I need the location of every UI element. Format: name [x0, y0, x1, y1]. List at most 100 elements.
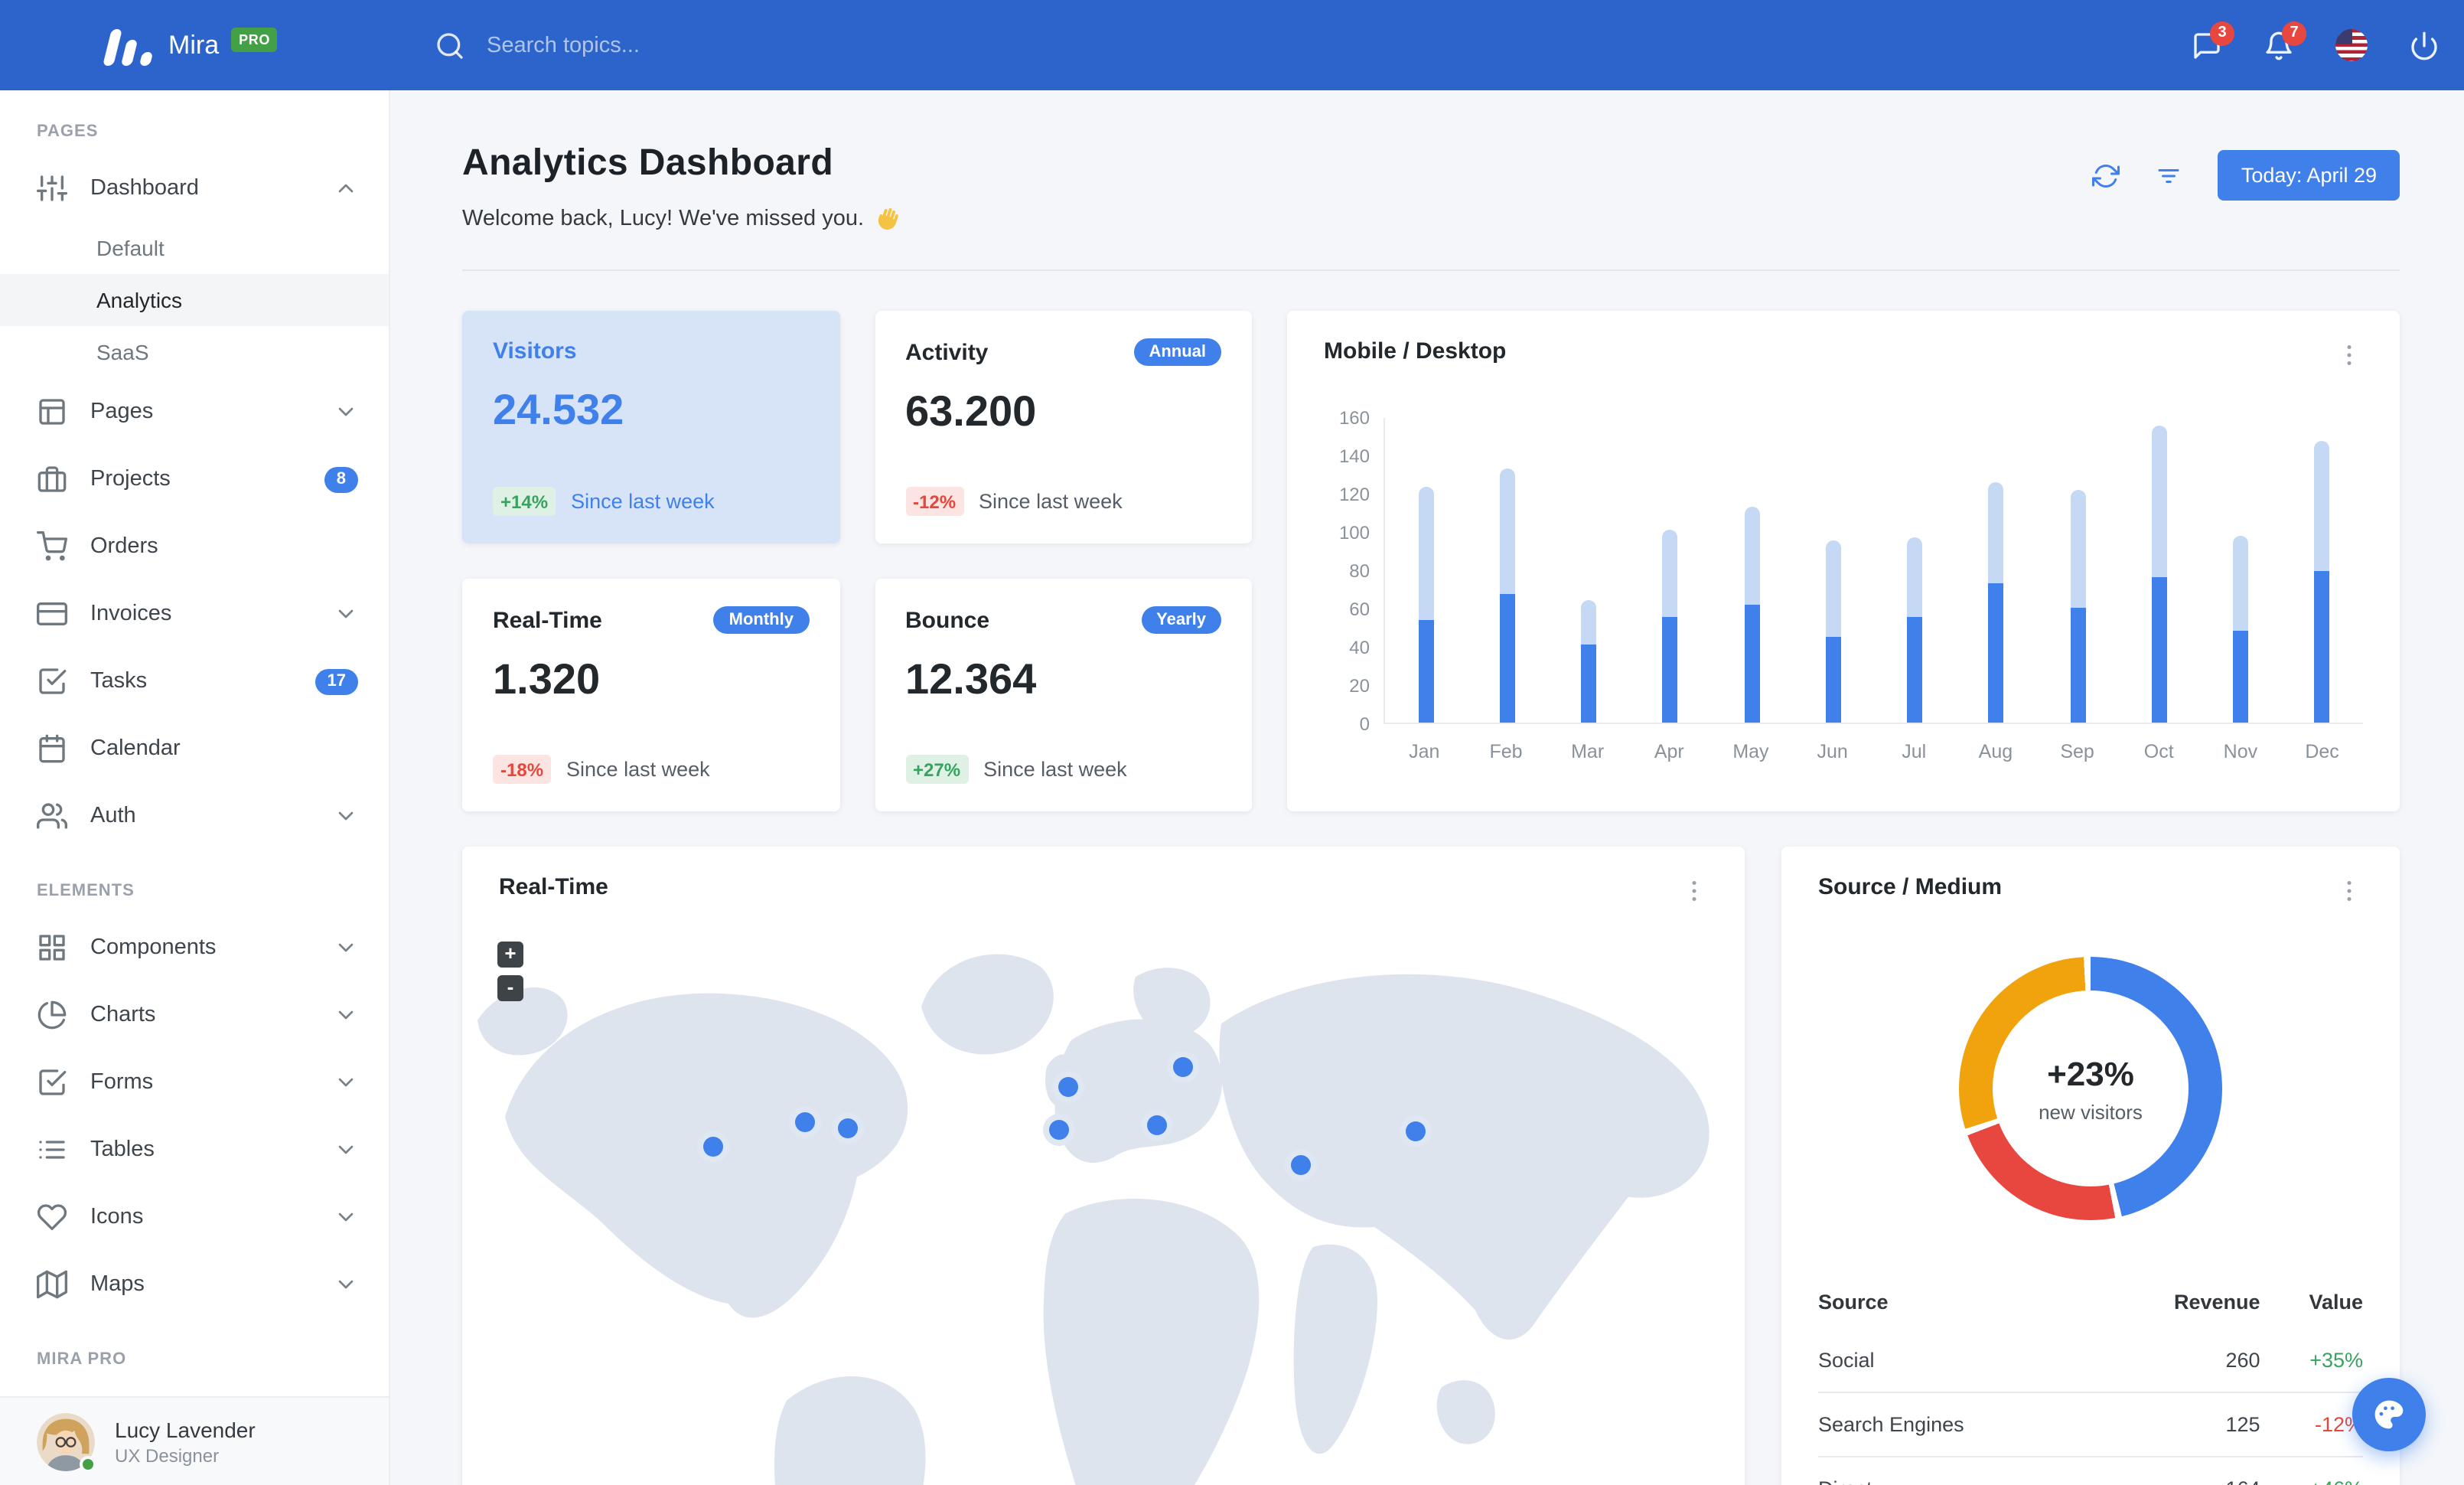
sidebar-item-forms[interactable]: Forms — [0, 1049, 389, 1116]
sidebar-item-invoices[interactable]: Invoices — [0, 580, 389, 648]
language-flag-us[interactable] — [2335, 29, 2368, 61]
x-tick-label: Jul — [1902, 741, 1927, 762]
bar-jan[interactable] — [1385, 418, 1467, 723]
map-zoom-out-button[interactable]: - — [497, 975, 523, 1001]
bar-sep[interactable] — [2037, 418, 2119, 723]
map-marker[interactable] — [703, 1137, 724, 1157]
source-table-row[interactable]: Search Engines 125 -12% — [1818, 1392, 2363, 1457]
stat-card-activity: Activity Annual 63.200 -12% Since last we… — [875, 311, 1252, 543]
y-tick-label: 140 — [1338, 445, 1370, 467]
stat-change-badge: +14% — [493, 487, 556, 516]
calendar-icon — [37, 733, 67, 764]
credit-card-icon — [37, 599, 67, 629]
stat-period-badge[interactable]: Yearly — [1141, 606, 1221, 634]
stat-period-badge[interactable]: Monthly — [713, 606, 809, 634]
map-icon — [37, 1269, 67, 1300]
y-tick-label: 40 — [1349, 637, 1370, 658]
stat-title: Bounce — [905, 607, 990, 633]
page-header: Analytics Dashboard Welcome back, Lucy! … — [462, 142, 2400, 231]
bar-dec[interactable] — [2282, 418, 2364, 723]
bar-mobile-segment — [1499, 594, 1515, 723]
sidebar-subitem-saas[interactable]: SaaS — [0, 326, 389, 378]
map-marker[interactable] — [838, 1118, 859, 1138]
power-icon[interactable] — [2409, 30, 2440, 60]
bar-oct[interactable] — [2119, 418, 2201, 723]
sidebar-item-icons[interactable]: Icons — [0, 1183, 389, 1251]
map-zoom-in-button[interactable]: + — [497, 942, 523, 968]
messages-badge: 3 — [2210, 21, 2234, 45]
source-table-row[interactable]: Direct 164 +46% — [1818, 1457, 2363, 1485]
sidebar-section-label: MIRA PRO — [37, 1350, 127, 1369]
search-icon — [435, 30, 465, 60]
stat-change-badge: +27% — [905, 755, 969, 784]
bar-nov[interactable] — [2200, 418, 2282, 723]
chevron-up-icon — [334, 176, 358, 201]
bar-mar[interactable] — [1548, 418, 1630, 723]
source-menu-icon[interactable] — [2335, 877, 2363, 905]
stat-change-badge: -18% — [493, 755, 552, 784]
welcome-message: Welcome back, Lucy! We've missed you. — [462, 205, 899, 231]
bar-may[interactable] — [1711, 418, 1793, 723]
filter-icon[interactable] — [2156, 162, 2183, 189]
x-tick-label: Mar — [1571, 741, 1605, 762]
sidebar-item-maps[interactable]: Maps — [0, 1251, 389, 1318]
sidebar-item-pages[interactable]: Pages — [0, 378, 389, 445]
source-table-header-cell: Revenue — [2173, 1291, 2260, 1314]
top-navbar: Mira PRO 3 7 — [0, 0, 2464, 90]
chevron-down-icon — [334, 400, 358, 424]
stat-period-badge[interactable]: Annual — [1133, 338, 1221, 366]
navbar-actions: 3 7 — [2192, 21, 2464, 61]
sidebar-item-tasks[interactable]: Tasks 17 — [0, 648, 389, 715]
bar-jul[interactable] — [1874, 418, 1956, 723]
bar-desktop-segment — [1907, 537, 1923, 618]
online-status-dot — [80, 1455, 96, 1472]
sidebar-item-auth[interactable]: Auth — [0, 782, 389, 850]
date-button[interactable]: Today: April 29 — [2218, 150, 2400, 201]
sidebar-subitem-default[interactable]: Default — [0, 222, 389, 274]
bar-apr[interactable] — [1630, 418, 1712, 723]
sidebar-user-footer[interactable]: Lucy Lavender UX Designer — [0, 1396, 389, 1485]
search-bar[interactable] — [435, 30, 2192, 60]
map-marker[interactable] — [1048, 1119, 1069, 1140]
pie-chart-icon — [37, 1000, 67, 1030]
refresh-icon[interactable] — [2092, 162, 2120, 189]
map-marker[interactable] — [1058, 1077, 1078, 1098]
sidebar-item-calendar[interactable]: Calendar — [0, 715, 389, 782]
theme-settings-button[interactable] — [2352, 1378, 2426, 1451]
sidebar-item-projects[interactable]: Projects 8 — [0, 445, 389, 513]
bar-feb[interactable] — [1467, 418, 1549, 723]
source-table-header: Source Revenue Value — [1818, 1275, 2363, 1329]
map-marker[interactable] — [1172, 1056, 1193, 1077]
sidebar-item-orders[interactable]: Orders — [0, 513, 389, 580]
sidebar-subitem-analytics[interactable]: Analytics — [0, 274, 389, 326]
chart-menu-icon[interactable] — [2335, 341, 2363, 369]
notifications-icon[interactable]: 7 — [2264, 21, 2306, 60]
app-root: Mira PRO 3 7 PAGES DashboardDefaultAnaly… — [0, 0, 2464, 1485]
sidebar-item-components[interactable]: Components — [0, 914, 389, 981]
source-table-row[interactable]: Social 260 +35% — [1818, 1329, 2363, 1392]
brand[interactable]: Mira PRO — [0, 25, 390, 65]
search-input[interactable] — [487, 33, 976, 57]
bar-jun[interactable] — [1793, 418, 1875, 723]
sidebar-item-tables[interactable]: Tables — [0, 1116, 389, 1183]
stat-card-visitors: Visitors 24.532 +14% Since last week — [462, 311, 839, 543]
heart-icon — [37, 1202, 67, 1232]
world-map[interactable]: + - — [462, 920, 1745, 1485]
source-table-header-cell: Source — [1818, 1291, 1889, 1314]
x-axis-labels: Jan Feb Mar Apr May Jun Jul Aug Sep Oct Nov Dec — [1384, 741, 2363, 762]
bar-mobile-segment — [1825, 636, 1841, 723]
sidebar-item-charts[interactable]: Charts — [0, 981, 389, 1049]
stat-caption: Since last week — [979, 490, 1123, 513]
map-menu-icon[interactable] — [1680, 877, 1708, 905]
messages-icon[interactable]: 3 — [2192, 21, 2234, 60]
bar-desktop-segment — [1581, 600, 1597, 645]
chevron-down-icon — [334, 1137, 358, 1162]
map-marker[interactable] — [1291, 1155, 1312, 1176]
layout-icon — [37, 397, 67, 427]
x-tick-label: Oct — [2143, 741, 2174, 762]
map-marker[interactable] — [1406, 1121, 1426, 1141]
bar-aug[interactable] — [1956, 418, 2038, 723]
map-marker[interactable] — [1147, 1115, 1168, 1135]
sidebar-item-dashboard[interactable]: Dashboard — [0, 155, 389, 222]
map-marker[interactable] — [794, 1111, 815, 1132]
